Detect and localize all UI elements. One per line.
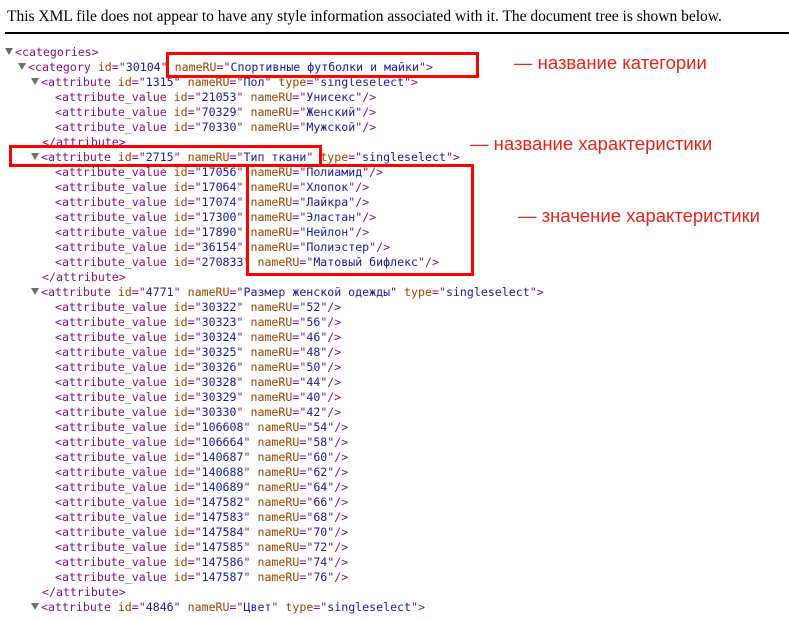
xml-node-attribute-close: </attribute> bbox=[42, 585, 126, 599]
xml-node-attribute-value: <attribute_value id="30322" nameRU="52"/… bbox=[55, 300, 342, 314]
attribute-values-highlight bbox=[246, 164, 474, 276]
xml-node-attribute-value: <attribute_value id="147584" nameRU="70"… bbox=[55, 525, 349, 539]
xml-node-attribute-value: <attribute_value id="140689" nameRU="64"… bbox=[55, 480, 349, 494]
xml-node-attribute-value: <attribute_value id="30324" nameRU="46"/… bbox=[55, 330, 342, 344]
header-divider bbox=[5, 32, 789, 34]
collapse-toggle-icon[interactable] bbox=[5, 48, 13, 55]
xml-node-attribute-value: <attribute_value id="70329" nameRU="Женс… bbox=[55, 105, 377, 119]
xml-node-attribute-value: <attribute_value id="70330" nameRU="Мужс… bbox=[55, 120, 377, 134]
category-name-annotation: — название категории bbox=[514, 52, 707, 73]
xml-node-attribute-value: <attribute_value id="30330" nameRU="42"/… bbox=[55, 405, 342, 419]
xml-node-attribute-value: <attribute_value id="21053" nameRU="Унис… bbox=[55, 90, 377, 104]
xml-node-attribute-close: </attribute> bbox=[42, 270, 126, 284]
xml-node-attribute-value: <attribute_value id="147585" nameRU="72"… bbox=[55, 540, 349, 554]
xml-node-categories[interactable]: <categories> bbox=[5, 45, 99, 60]
xml-node-attribute[interactable]: <attribute id="4846" nameRU="Цвет" type=… bbox=[31, 600, 425, 615]
xml-node-attribute-value: <attribute_value id="140687" nameRU="60"… bbox=[55, 450, 349, 464]
collapse-toggle-icon[interactable] bbox=[31, 603, 39, 610]
xml-style-notice: This XML file does not appear to have an… bbox=[7, 8, 722, 25]
collapse-toggle-icon[interactable] bbox=[31, 288, 39, 295]
xml-node-attribute-value: <attribute_value id="30325" nameRU="48"/… bbox=[55, 345, 342, 359]
xml-node-attribute-value: <attribute_value id="147583" nameRU="68"… bbox=[55, 510, 349, 524]
xml-node-attribute-value: <attribute_value id="106608" nameRU="54"… bbox=[55, 420, 349, 434]
collapse-toggle-icon[interactable] bbox=[31, 78, 39, 85]
xml-node-attribute-value: <attribute_value id="106664" nameRU="58"… bbox=[55, 435, 349, 449]
attribute-value-annotation: — значение характеристики bbox=[518, 205, 760, 226]
xml-node-attribute-value: <attribute_value id="147586" nameRU="74"… bbox=[55, 555, 349, 569]
xml-node-attribute-value: <attribute_value id="30328" nameRU="44"/… bbox=[55, 375, 342, 389]
collapse-toggle-icon[interactable] bbox=[18, 63, 26, 70]
xml-node-attribute-value: <attribute_value id="147582" nameRU="66"… bbox=[55, 495, 349, 509]
xml-node-attribute[interactable]: <attribute id="4771" nameRU="Размер женс… bbox=[31, 285, 544, 300]
xml-node-attribute-value: <attribute_value id="140688" nameRU="62"… bbox=[55, 465, 349, 479]
xml-node-attribute-value: <attribute_value id="30323" nameRU="56"/… bbox=[55, 315, 342, 329]
xml-node-attribute-value: <attribute_value id="30329" nameRU="40"/… bbox=[55, 390, 342, 404]
category-name-highlight bbox=[166, 52, 479, 78]
xml-node-attribute-value: <attribute_value id="147587" nameRU="76"… bbox=[55, 570, 349, 584]
xml-node-attribute-value: <attribute_value id="30326" nameRU="50"/… bbox=[55, 360, 342, 374]
attribute-name-annotation: — название характеристики bbox=[470, 133, 713, 154]
